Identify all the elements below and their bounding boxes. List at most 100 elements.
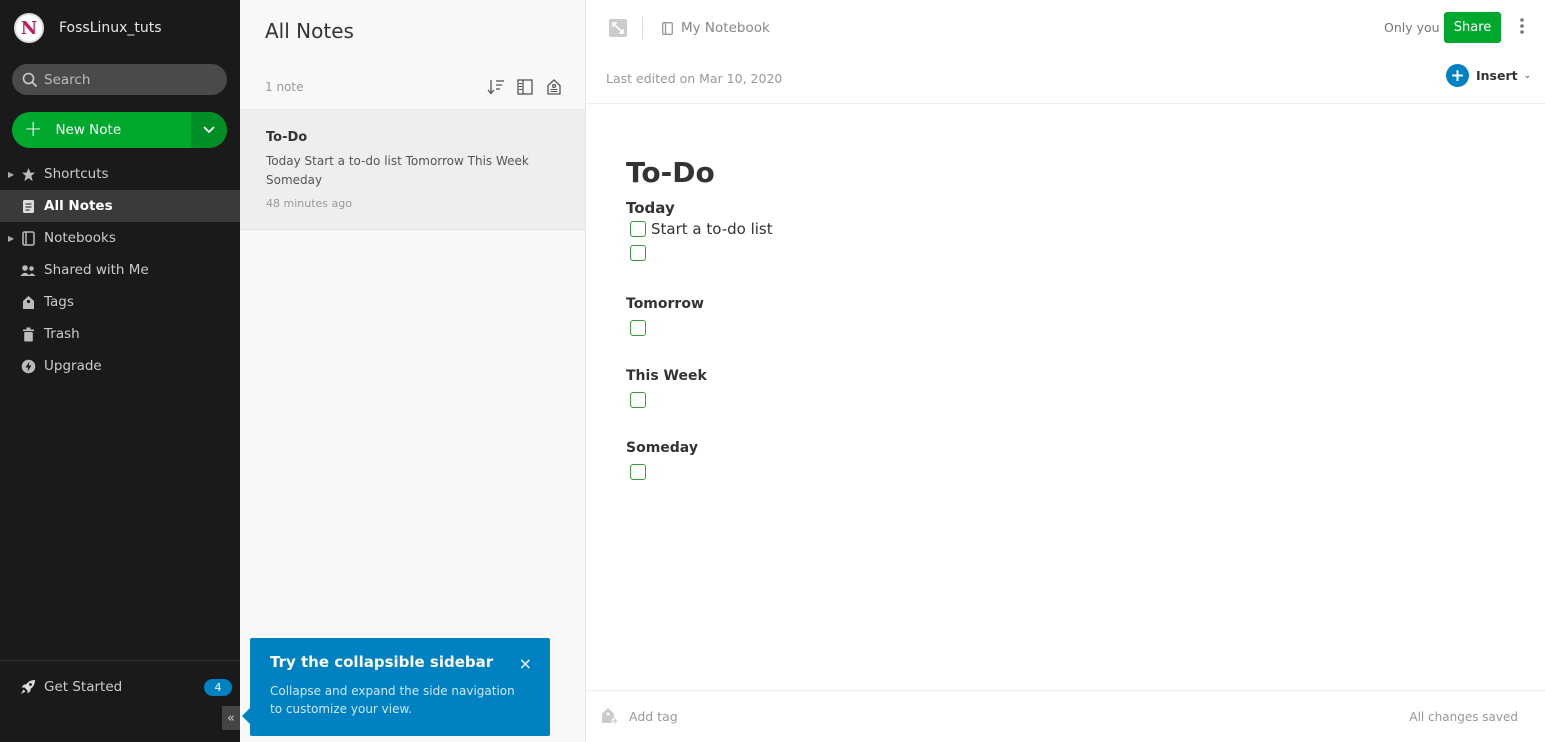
sidebar-item-label: Shared with Me	[44, 262, 149, 278]
note-card-timestamp: 48 minutes ago	[266, 197, 352, 210]
checklist-item-text[interactable]: Start a to-do list	[651, 220, 773, 238]
expand-note-button[interactable]	[608, 18, 628, 38]
checkbox[interactable]	[630, 320, 646, 336]
editor-footer: Add tag All changes saved	[586, 690, 1545, 742]
sidebar-footer: Get Started 4	[0, 660, 240, 696]
account-menu[interactable]: N FossLinux_tuts	[14, 13, 162, 43]
editor-header: My Notebook Only you Share Last edited o…	[586, 0, 1545, 87]
get-started-button[interactable]: Get Started 4	[20, 679, 232, 696]
sidebar-item-label: Tags	[44, 294, 74, 310]
note-list-toolbar	[487, 78, 563, 96]
get-started-count-badge: 4	[204, 679, 232, 696]
note-list-panel: All Notes 1 note To-Do Today Start a to-…	[240, 0, 586, 742]
note-icon	[20, 198, 36, 214]
tooltip-arrow	[242, 708, 250, 724]
section-this-week: This Week	[626, 368, 707, 412]
sidebar-item-shortcuts[interactable]: ▶ Shortcuts	[0, 158, 240, 190]
last-edited-timestamp: Last edited on Mar 10, 2020	[606, 71, 783, 86]
rocket-icon	[20, 679, 36, 695]
section-tomorrow: Tomorrow	[626, 296, 704, 340]
note-title[interactable]: To-Do	[626, 155, 1506, 191]
close-icon[interactable]: ×	[519, 654, 532, 673]
insert-menu-button[interactable]: + Insert ⌄	[1446, 64, 1531, 87]
view-options-button[interactable]	[516, 78, 534, 96]
note-card-snippet: Today Start a to-do list Tomorrow This W…	[266, 154, 529, 187]
chevron-down-icon: ⌄	[1523, 70, 1532, 81]
avatar: N	[14, 13, 44, 43]
sort-button[interactable]	[487, 78, 505, 96]
expand-icon	[609, 19, 627, 37]
note-card[interactable]: To-Do Today Start a to-do list Tomorrow …	[240, 110, 585, 230]
add-tag-button[interactable]: Add tag	[601, 707, 678, 725]
section-heading-tomorrow: Tomorrow	[626, 296, 704, 312]
tag-icon	[20, 294, 36, 310]
checklist-item	[626, 460, 698, 484]
sidebar-item-label: Notebooks	[44, 230, 116, 246]
sidebar-item-trash[interactable]: Trash	[0, 318, 240, 350]
tag-outline-icon	[547, 79, 561, 95]
checkbox[interactable]	[630, 464, 646, 480]
expand-caret-icon[interactable]: ▶	[8, 170, 14, 179]
new-note-dropdown-button[interactable]	[191, 112, 227, 148]
note-body[interactable]: To-Do Today Start a to-do list	[626, 155, 1506, 265]
search-icon	[22, 72, 38, 87]
people-icon	[20, 262, 36, 278]
section-heading-someday: Someday	[626, 440, 698, 456]
checkbox[interactable]	[630, 392, 646, 408]
sidebar-item-label: All Notes	[44, 198, 113, 214]
note-count: 1 note	[265, 80, 304, 94]
note-list-title: All Notes	[265, 19, 354, 43]
expand-caret-icon[interactable]: ▶	[8, 234, 14, 243]
search-box[interactable]	[12, 64, 227, 95]
sidebar-item-all-notes[interactable]: All Notes	[0, 190, 240, 222]
section-heading-this-week: This Week	[626, 368, 707, 384]
sidebar-item-shared[interactable]: Shared with Me	[0, 254, 240, 286]
more-actions-button[interactable]	[1519, 17, 1529, 37]
divider	[586, 103, 1545, 104]
upgrade-icon	[20, 358, 36, 374]
notebook-name: My Notebook	[681, 20, 770, 36]
avatar-letter: N	[20, 17, 38, 39]
notebook-icon	[662, 21, 673, 35]
collapse-sidebar-button[interactable]: «	[222, 706, 240, 730]
new-note-label: New Note	[55, 122, 122, 138]
sidebar-item-upgrade[interactable]: Upgrade	[0, 350, 240, 382]
section-someday: Someday	[626, 440, 698, 484]
collapsible-sidebar-tooltip: Try the collapsible sidebar Collapse and…	[242, 638, 550, 736]
checkbox[interactable]	[630, 245, 646, 261]
add-tag-icon	[601, 707, 619, 725]
username: FossLinux_tuts	[59, 20, 162, 36]
more-vertical-icon	[1520, 18, 1524, 34]
checklist-item	[626, 388, 707, 412]
insert-label: Insert	[1476, 68, 1518, 83]
checkbox[interactable]	[630, 221, 646, 237]
sidebar: N FossLinux_tuts + New Note ▶ Shortcuts	[0, 0, 240, 742]
sidebar-item-label: Shortcuts	[44, 166, 109, 182]
notebook-selector[interactable]: My Notebook	[662, 20, 770, 36]
save-status: All changes saved	[1409, 710, 1518, 724]
plus-circle-icon: +	[1446, 64, 1469, 87]
checklist-item: Start a to-do list	[626, 217, 1506, 241]
section-heading-today: Today	[626, 199, 675, 217]
note-editor: My Notebook Only you Share Last edited o…	[586, 0, 1545, 742]
new-note-control: + New Note	[12, 112, 227, 148]
add-tag-label: Add tag	[629, 708, 678, 724]
share-button[interactable]: Share	[1444, 12, 1501, 43]
sidebar-nav: ▶ Shortcuts All Notes ▶ Notebooks Shared…	[0, 158, 240, 382]
sort-icon	[487, 80, 504, 95]
sidebar-item-notebooks[interactable]: ▶ Notebooks	[0, 222, 240, 254]
new-note-button[interactable]: + New Note	[12, 112, 191, 148]
tag-filter-button[interactable]	[545, 78, 563, 96]
star-icon	[20, 166, 36, 182]
search-input[interactable]	[44, 71, 214, 88]
checklist-item	[626, 316, 704, 340]
tooltip-title: Try the collapsible sidebar	[270, 653, 494, 671]
tooltip-body: Collapse and expand the side navigation …	[270, 684, 515, 716]
checklist-item	[626, 241, 1506, 265]
layout-icon	[517, 79, 533, 95]
sidebar-item-tags[interactable]: Tags	[0, 286, 240, 318]
app-window: N FossLinux_tuts + New Note ▶ Shortcuts	[0, 0, 1545, 742]
sharing-status[interactable]: Only you	[1384, 20, 1440, 35]
notebook-icon	[20, 230, 36, 246]
divider	[642, 17, 643, 39]
